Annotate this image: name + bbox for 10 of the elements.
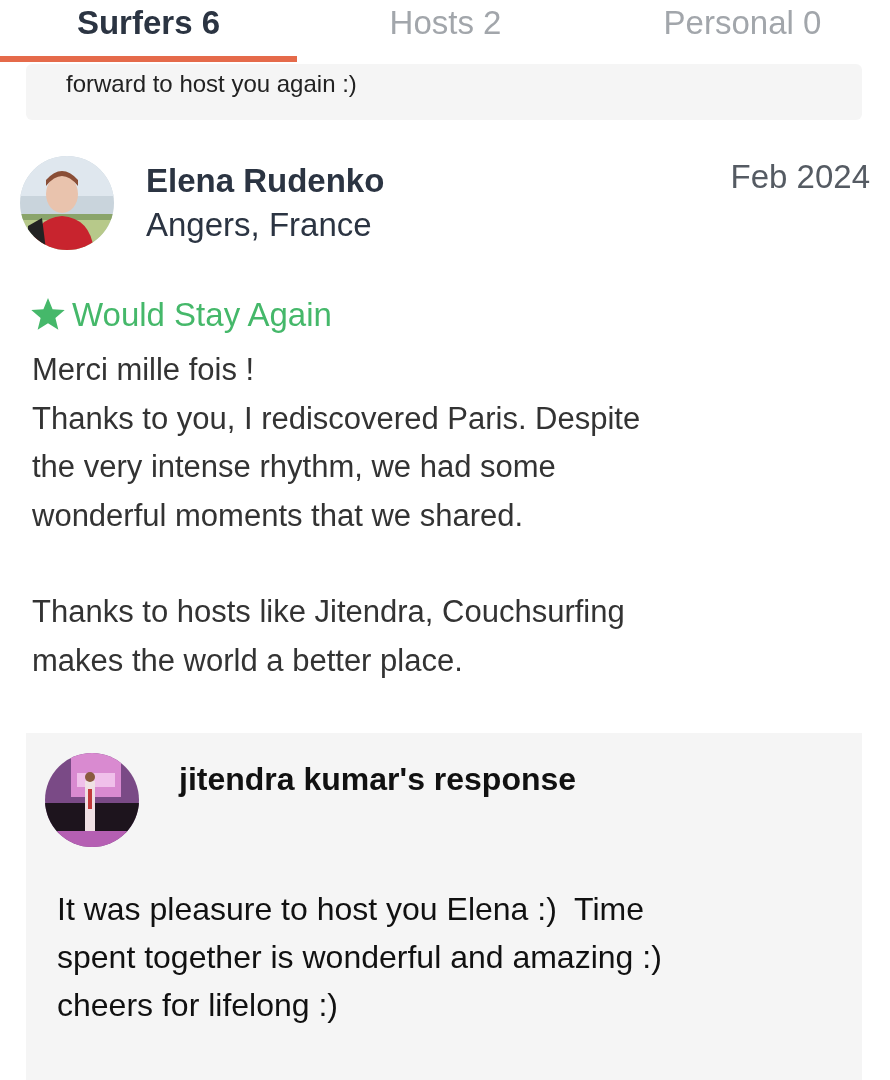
review-paragraph: Thanks to hosts like Jitendra, Couchsurfing makes the world a better place. [32, 593, 626, 680]
star-icon [30, 298, 66, 332]
recommendation-label: Would Stay Again [72, 296, 332, 334]
review-text: forward to host you again :) [66, 69, 357, 98]
review-paragraph: Merci mille fois ! Thanks to you, I rediscovered Paris. Despite the very intense rhythm, we had some wonderful moments that we shared. [32, 351, 642, 535]
review-date: Feb 2024 [730, 157, 870, 196]
reviewer-name[interactable]: Elena Rudenko [146, 162, 699, 200]
response-text: It was pleasure to host you Elena :) Time spent together is wonderful and amazing :) cheers for lifelong :) [57, 890, 663, 1025]
reviewer-location: Angers, France [146, 206, 373, 244]
response-title: jitendra kumar's response [179, 760, 577, 798]
